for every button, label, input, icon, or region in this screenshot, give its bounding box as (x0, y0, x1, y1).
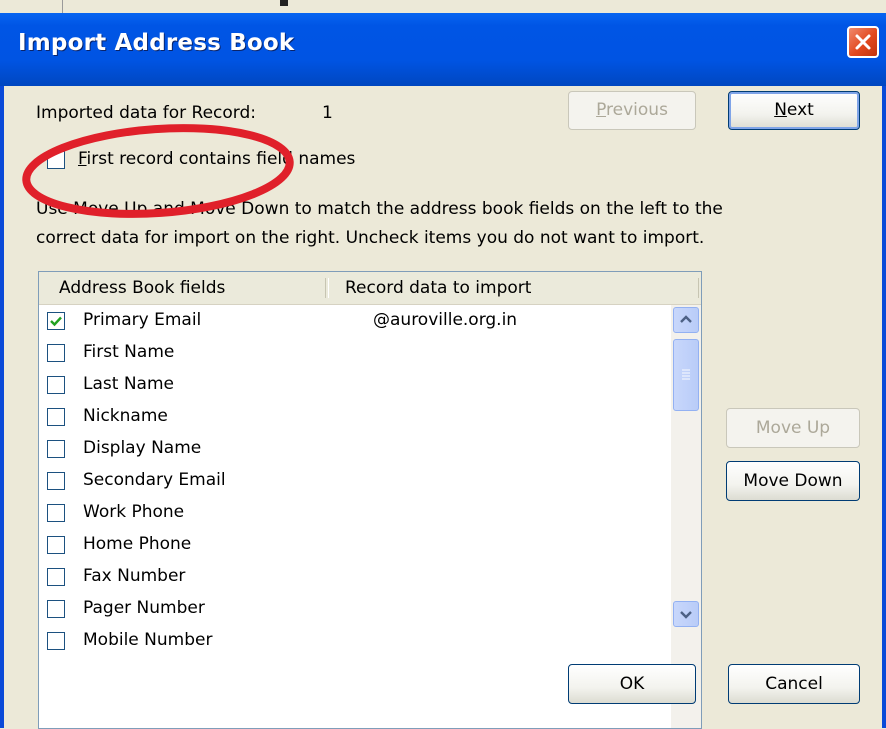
list-header: Address Book fields Record data to impor… (39, 272, 701, 305)
background-mark (280, 0, 288, 6)
column-divider[interactable] (325, 278, 329, 298)
move-up-button[interactable]: Move Up (726, 408, 860, 448)
row-field-name: Primary Email (83, 310, 202, 330)
row-field-name: Last Name (83, 374, 174, 394)
list-row[interactable]: Primary Email @auroville.org.in (39, 305, 669, 337)
list-row[interactable]: Home Phone (39, 529, 669, 561)
next-button[interactable]: Next (728, 91, 860, 130)
row-checkbox[interactable] (47, 632, 65, 650)
row-field-name: Pager Number (83, 598, 205, 618)
instructions-line-2: correct data for import on the right. Un… (36, 228, 705, 248)
row-record-value: @auroville.org.in (373, 310, 518, 330)
list-row[interactable]: First Name (39, 337, 669, 369)
row-field-name: Secondary Email (83, 470, 226, 490)
list-row[interactable]: Secondary Email (39, 465, 669, 497)
window-title: Import Address Book (18, 30, 295, 56)
move-down-button-label: Move Down (743, 471, 843, 491)
background-strip (0, 0, 886, 13)
row-field-name: First Name (83, 342, 175, 362)
chevron-down-icon (680, 611, 692, 619)
list-row[interactable]: Display Name (39, 433, 669, 465)
row-checkbox[interactable] (47, 472, 65, 490)
list-row[interactable]: Mobile Number (39, 625, 669, 657)
previous-button-label: Previous (596, 100, 668, 120)
list-row[interactable]: Work Phone (39, 497, 669, 529)
row-field-name: Home Phone (83, 534, 192, 554)
row-field-name: Display Name (83, 438, 202, 458)
row-checkbox[interactable] (47, 376, 65, 394)
row-checkbox[interactable] (47, 600, 65, 618)
next-button-label: Next (774, 100, 814, 120)
chevron-up-icon (680, 315, 692, 323)
first-record-label: First record contains field names (78, 149, 356, 169)
row-checkbox[interactable] (47, 536, 65, 554)
close-icon (855, 34, 871, 50)
close-button[interactable] (847, 26, 879, 58)
record-number: 1 (322, 103, 333, 123)
record-label: Imported data for Record: (36, 103, 257, 123)
ok-button-label: OK (619, 674, 645, 694)
background-edge (62, 0, 63, 13)
row-field-name: Fax Number (83, 566, 186, 586)
previous-button[interactable]: Previous (568, 91, 696, 130)
move-down-button[interactable]: Move Down (726, 461, 860, 501)
cancel-button-label: Cancel (765, 674, 823, 694)
first-record-checkbox[interactable] (47, 151, 65, 169)
list-row[interactable]: Pager Number (39, 593, 669, 625)
row-field-name: Work Phone (83, 502, 185, 522)
scroll-up-button[interactable] (673, 307, 699, 333)
move-up-button-label: Move Up (755, 418, 831, 438)
scroll-thumb[interactable] (673, 339, 699, 411)
dialog-body: Imported data for Record: 1 Previous Nex… (4, 86, 882, 729)
row-field-name: Nickname (83, 406, 168, 426)
ok-button[interactable]: OK (568, 664, 696, 704)
scroll-down-button[interactable] (673, 601, 699, 627)
field-mapping-list[interactable]: Address Book fields Record data to impor… (38, 271, 702, 729)
column-header-record-data[interactable]: Record data to import (345, 278, 531, 298)
cancel-button[interactable]: Cancel (728, 664, 860, 704)
row-checkbox[interactable] (47, 344, 65, 362)
list-row[interactable]: Last Name (39, 369, 669, 401)
checkmark-icon (50, 316, 62, 327)
column-divider-end (698, 278, 701, 298)
list-row[interactable]: Nickname (39, 401, 669, 433)
column-header-fields[interactable]: Address Book fields (59, 278, 225, 298)
title-bar[interactable]: Import Address Book (0, 0, 886, 86)
row-field-name: Mobile Number (83, 630, 213, 650)
row-checkbox[interactable] (47, 504, 65, 522)
grip-icon (682, 369, 690, 380)
row-checkbox[interactable] (47, 312, 65, 330)
row-checkbox[interactable] (47, 408, 65, 426)
row-checkbox[interactable] (47, 440, 65, 458)
row-checkbox[interactable] (47, 568, 65, 586)
list-row[interactable]: Fax Number (39, 561, 669, 593)
instructions-line-1: Use Move Up and Move Down to match the a… (36, 199, 723, 219)
